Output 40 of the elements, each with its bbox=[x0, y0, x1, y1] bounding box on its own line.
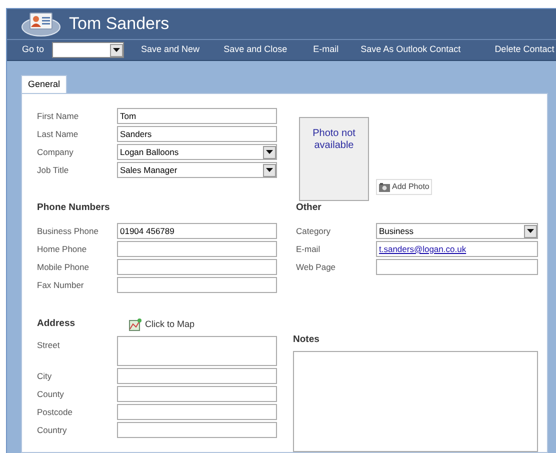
toolbar-button[interactable]: Save and New bbox=[141, 43, 200, 57]
field-label: Home Phone bbox=[37, 242, 88, 256]
tab[interactable]: General bbox=[21, 75, 68, 93]
email-link[interactable]: t.sanders@logan.co.uk bbox=[379, 242, 466, 256]
goto-label: Go to bbox=[22, 43, 44, 56]
field-label: Country bbox=[37, 424, 68, 436]
toolbar-button[interactable]: E-mail bbox=[313, 43, 339, 57]
field-label: Last Name bbox=[37, 128, 80, 140]
field-label: County bbox=[37, 388, 65, 400]
field-label: E-mail bbox=[296, 242, 322, 256]
field-label: Postcode bbox=[37, 406, 74, 418]
field-label: Street bbox=[37, 339, 61, 352]
photo-placeholder-text: Photo not available bbox=[312, 128, 356, 152]
add-photo-button[interactable]: Add Photo bbox=[376, 179, 432, 195]
section-heading: Other bbox=[296, 201, 322, 215]
input-field[interactable]: t.sanders@logan.co.uk bbox=[376, 241, 538, 257]
section-heading: Address bbox=[37, 317, 76, 332]
map-link[interactable]: Click to Map bbox=[129, 318, 195, 332]
toolbar-button[interactable]: Save As Outlook Contact bbox=[360, 43, 461, 57]
field-label: First Name bbox=[37, 110, 80, 122]
input-field[interactable]: Tom bbox=[117, 108, 277, 124]
input-field[interactable]: Sanders bbox=[117, 126, 277, 142]
toolbar-button[interactable]: Delete Contact bbox=[494, 43, 554, 57]
section-heading: Phone Numbers bbox=[37, 201, 111, 215]
dropdown-field[interactable]: Sales Manager bbox=[117, 162, 277, 178]
toolbar-button[interactable]: Save and Close bbox=[224, 43, 288, 57]
field-label: Company bbox=[37, 146, 74, 158]
field-label: Mobile Phone bbox=[37, 260, 90, 274]
field-label: City bbox=[37, 370, 53, 382]
field-label: Job Title bbox=[37, 164, 70, 176]
input-field[interactable]: 01904 456789 bbox=[117, 223, 277, 239]
field-label: Category bbox=[296, 224, 332, 238]
window-title: Tom Sanders bbox=[69, 13, 170, 36]
dropdown-field[interactable]: Logan Balloons bbox=[117, 144, 277, 160]
photo-frame[interactable]: Photo not available bbox=[299, 117, 369, 201]
field-label: Business Phone bbox=[37, 224, 100, 238]
field-label: Fax Number bbox=[37, 278, 85, 292]
field-label: Web Page bbox=[296, 260, 337, 274]
section-heading: Notes bbox=[293, 332, 320, 347]
dropdown-field[interactable]: Business bbox=[376, 223, 538, 239]
